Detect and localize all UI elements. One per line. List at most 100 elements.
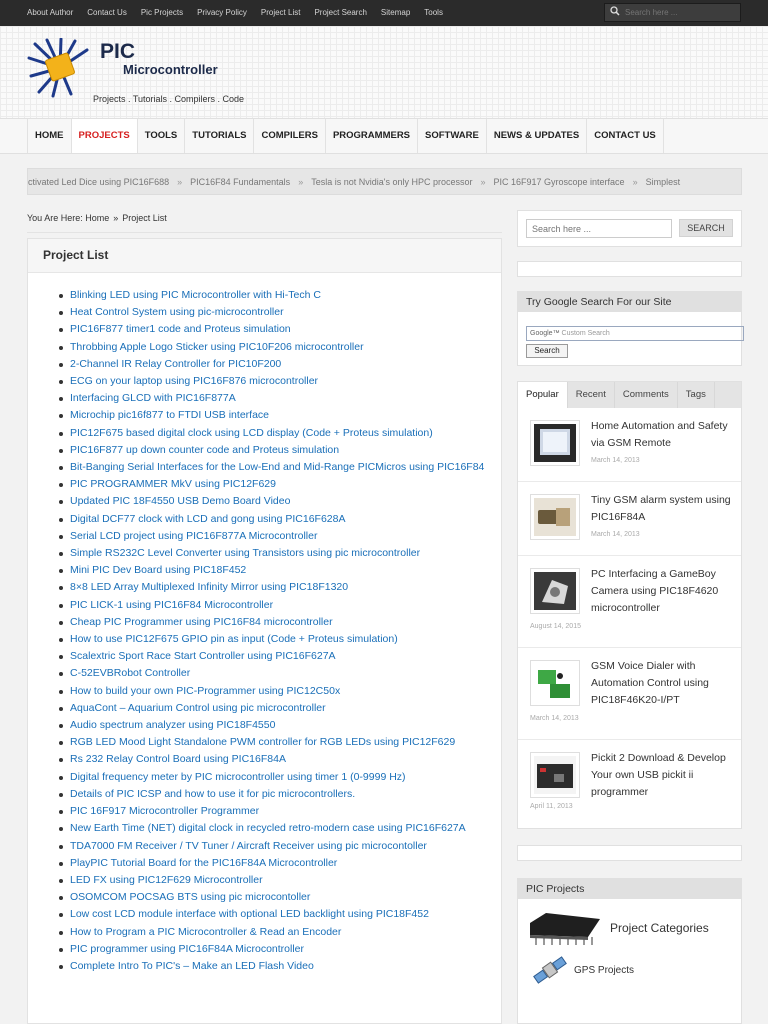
tab-popular[interactable]: Popular [518, 382, 568, 408]
project-link[interactable]: Low cost LCD module interface with optio… [70, 908, 429, 920]
nav-contact-us[interactable]: CONTACT US [586, 119, 664, 153]
popular-post[interactable]: GSM Voice Dialer with Automation Control… [518, 648, 741, 740]
nav-programmers[interactable]: PROGRAMMERS [324, 119, 417, 153]
project-link[interactable]: TDA7000 FM Receiver / TV Tuner / Aircraf… [70, 840, 427, 852]
project-link[interactable]: 8×8 LED Array Multiplexed Infinity Mirro… [70, 581, 348, 593]
project-link[interactable]: Heat Control System using pic-microcontr… [70, 306, 284, 318]
ticker-item[interactable]: Simplest [646, 177, 681, 187]
post-date: March 14, 2013 [591, 457, 640, 464]
list-item: New Earth Time (NET) digital clock in re… [59, 820, 501, 837]
ticker-item[interactable]: Voice Activated Led Dice using PIC16F688 [28, 177, 169, 187]
list-item: Low cost LCD module interface with optio… [59, 906, 501, 923]
popular-post[interactable]: Pickit 2 Download & Develop Your own USB… [518, 740, 741, 828]
chip-icon [530, 913, 600, 945]
top-link-project-search[interactable]: Project Search [307, 0, 373, 26]
project-link[interactable]: Mini PIC Dev Board using PIC18F452 [70, 564, 246, 576]
ticker-item[interactable]: PIC16F84 Fundamentals [190, 177, 290, 187]
project-link[interactable]: Microchip pic16f877 to FTDI USB interfac… [70, 409, 269, 421]
project-link[interactable]: LED FX using PIC12F629 Microcontroller [70, 874, 263, 886]
tab-comments[interactable]: Comments [615, 382, 678, 408]
project-link[interactable]: Details of PIC ICSP and how to use it fo… [70, 788, 355, 800]
project-link[interactable]: PIC programmer using PIC16F84A Microcont… [70, 943, 304, 955]
project-link[interactable]: How to use PIC12F675 GPIO pin as input (… [70, 633, 398, 645]
top-link-sitemap[interactable]: Sitemap [374, 0, 417, 26]
project-link[interactable]: New Earth Time (NET) digital clock in re… [70, 822, 466, 834]
ticker-item[interactable]: PIC 16F917 Gyroscope interface [494, 177, 625, 187]
nav-tools[interactable]: TOOLS [136, 119, 185, 153]
post-thumbnail[interactable] [530, 420, 580, 466]
project-link[interactable]: Throbbing Apple Logo Sticker using PIC10… [70, 341, 364, 353]
project-link[interactable]: PIC PROGRAMMER MkV using PIC12F629 [70, 478, 276, 490]
project-link[interactable]: PIC16F877 up down counter code and Prote… [70, 444, 339, 456]
breadcrumb-home[interactable]: Home [85, 213, 109, 223]
top-link-tools[interactable]: Tools [417, 0, 450, 26]
category-label[interactable]: GPS Projects [574, 965, 634, 976]
project-link[interactable]: Serial LCD project using PIC16F877A Micr… [70, 530, 317, 542]
popular-post[interactable]: Home Automation and Safety via GSM Remot… [518, 408, 741, 482]
project-link[interactable]: Cheap PIC Programmer using PIC16F84 micr… [70, 616, 333, 628]
tab-recent[interactable]: Recent [568, 382, 615, 408]
post-title[interactable]: GSM Voice Dialer with Automation Control… [591, 658, 736, 709]
top-search-input[interactable] [625, 8, 735, 17]
post-thumbnail[interactable] [530, 494, 580, 540]
google-search-button[interactable]: Search [526, 344, 568, 358]
sidebar-search-widget: SEARCH [517, 210, 742, 247]
top-link-privacy-policy[interactable]: Privacy Policy [190, 0, 254, 26]
google-search-input[interactable]: Google™ Custom Search [526, 326, 744, 341]
project-link[interactable]: PIC 16F917 Microcontroller Programmer [70, 805, 259, 817]
project-link[interactable]: Simple RS232C Level Converter using Tran… [70, 547, 420, 559]
nav-compilers[interactable]: COMPILERS [253, 119, 324, 153]
ticker-item[interactable]: Tesla is not Nvidia's only HPC processor [311, 177, 472, 187]
post-thumbnail[interactable] [530, 568, 580, 614]
sidebar-search-button[interactable]: SEARCH [679, 219, 733, 237]
project-link[interactable]: Interfacing GLCD with PIC16F877A [70, 392, 236, 404]
top-link-about-author[interactable]: About Author [20, 0, 80, 26]
project-link[interactable]: RGB LED Mood Light Standalone PWM contro… [70, 736, 455, 748]
list-item: LED FX using PIC12F629 Microcontroller [59, 872, 501, 889]
project-link[interactable]: Complete Intro To PIC's – Make an LED Fl… [70, 960, 314, 972]
tab-tags[interactable]: Tags [678, 382, 715, 408]
project-link[interactable]: Digital DCF77 clock with LCD and gong us… [70, 513, 345, 525]
project-link[interactable]: C-52EVBRobot Controller [70, 667, 190, 679]
post-thumbnail[interactable] [530, 752, 580, 798]
top-link-project-list[interactable]: Project List [254, 0, 308, 26]
category-gps-projects[interactable]: GPS Projects [532, 955, 634, 985]
category-project-categories[interactable]: Project Categories [526, 909, 709, 947]
nav-software[interactable]: SOFTWARE [417, 119, 486, 153]
project-link[interactable]: Bit-Banging Serial Interfaces for the Lo… [70, 461, 484, 473]
post-title[interactable]: Pickit 2 Download & Develop Your own USB… [591, 750, 736, 801]
project-link[interactable]: AquaCont – Aquarium Control using pic mi… [70, 702, 326, 714]
sidebar-search-input[interactable] [526, 219, 672, 238]
top-link-pic-projects[interactable]: Pic Projects [134, 0, 190, 26]
project-link[interactable]: PlayPIC Tutorial Board for the PIC16F84A… [70, 857, 337, 869]
google-placeholder: Custom Search [561, 330, 610, 337]
popular-post[interactable]: PC Interfacing a GameBoy Camera using PI… [518, 556, 741, 648]
nav-home[interactable]: HOME [27, 119, 71, 153]
nav-tutorials[interactable]: TUTORIALS [184, 119, 253, 153]
project-link[interactable]: OSOMCOM POCSAG BTS using pic microcontol… [70, 891, 310, 903]
category-label[interactable]: Project Categories [610, 921, 709, 935]
project-link[interactable]: Blinking LED using PIC Microcontroller w… [70, 289, 321, 301]
search-icon[interactable] [605, 6, 625, 19]
project-link[interactable]: PIC16F877 timer1 code and Proteus simula… [70, 323, 291, 335]
post-title[interactable]: PC Interfacing a GameBoy Camera using PI… [591, 566, 736, 617]
nav-projects[interactable]: PROJECTS [70, 119, 137, 153]
nav-news-updates[interactable]: NEWS & UPDATES [485, 119, 586, 153]
project-link[interactable]: 2-Channel IR Relay Controller for PIC10F… [70, 358, 281, 370]
project-link[interactable]: PIC12F675 based digital clock using LCD … [70, 427, 433, 439]
project-link[interactable]: Audio spectrum analyzer using PIC18F4550 [70, 719, 275, 731]
project-link[interactable]: ECG on your laptop using PIC16F876 micro… [70, 375, 318, 387]
site-logo[interactable]: PIC Microcontroller Projects . Tutorials… [27, 38, 257, 110]
project-link[interactable]: Rs 232 Relay Control Board using PIC16F8… [70, 753, 286, 765]
project-link[interactable]: How to build your own PIC-Programmer usi… [70, 685, 340, 697]
post-thumbnail[interactable] [530, 660, 580, 706]
popular-post[interactable]: Tiny GSM alarm system using PIC16F84A Ma… [518, 482, 741, 556]
project-link[interactable]: How to Program a PIC Microcontroller & R… [70, 926, 341, 938]
top-link-contact-us[interactable]: Contact Us [80, 0, 134, 26]
post-title[interactable]: Tiny GSM alarm system using PIC16F84A [591, 492, 736, 526]
project-link[interactable]: Updated PIC 18F4550 USB Demo Board Video [70, 495, 290, 507]
post-title[interactable]: Home Automation and Safety via GSM Remot… [591, 418, 736, 452]
project-link[interactable]: Digital frequency meter by PIC microcont… [70, 771, 406, 783]
project-link[interactable]: Scalextric Sport Race Start Controller u… [70, 650, 336, 662]
project-link[interactable]: PIC LICK-1 using PIC16F84 Microcontrolle… [70, 599, 273, 611]
